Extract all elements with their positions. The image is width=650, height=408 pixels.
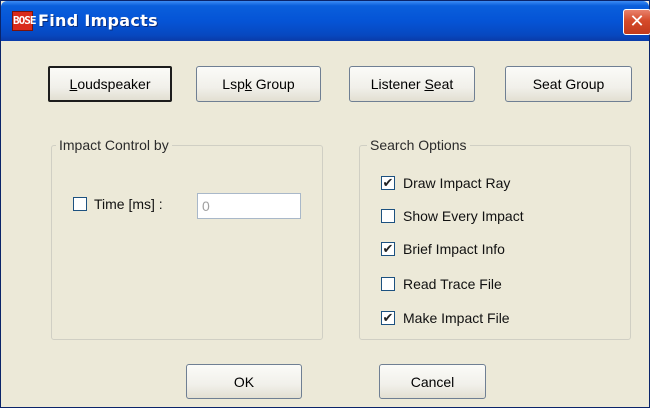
impact-control-group-title: Impact Control by [56,137,172,153]
ok-button-label: OK [233,373,255,390]
listener-seat-button[interactable]: Listener Seat [349,66,475,102]
find-impacts-dialog: BOSE Find Impacts ✕ Loudspeaker Lspk Gro… [0,0,650,408]
seat-group-button[interactable]: Seat Group [505,66,632,102]
listener-seat-button-label: Listener Seat [370,76,454,92]
time-ms-input[interactable]: 0 [197,193,301,219]
time-label: Time [ms] : [94,196,163,212]
brief-impact-info-label: Brief Impact Info [403,241,505,257]
seat-group-button-label: Seat Group [532,76,605,92]
checkmark-icon: ✔ [382,310,394,325]
close-button[interactable]: ✕ [623,9,650,35]
bose-logo-icon: BOSE [12,11,37,31]
read-trace-file-checkbox[interactable] [381,277,395,291]
show-every-impact-checkbox[interactable] [381,209,395,223]
lspk-group-button-label: Lspk Group [222,76,295,92]
loudspeaker-button-label: Loudspeaker [69,76,151,92]
draw-impact-ray-label: Draw Impact Ray [403,175,511,191]
loudspeaker-button[interactable]: Loudspeaker [48,66,172,102]
checkmark-icon: ✔ [382,241,394,256]
close-icon: ✕ [629,11,645,32]
read-trace-file-label: Read Trace File [403,276,502,292]
cancel-button-label: Cancel [410,373,455,390]
time-checkbox[interactable] [73,197,87,211]
make-impact-file-label: Make Impact File [403,310,510,326]
window-title: Find Impacts [38,11,158,30]
checkmark-icon: ✔ [382,175,394,190]
lspk-group-button[interactable]: Lspk Group [196,66,321,102]
draw-impact-ray-checkbox[interactable]: ✔ [381,175,395,190]
cancel-button[interactable]: Cancel [379,364,486,399]
impact-control-group [51,145,323,340]
show-every-impact-label: Show Every Impact [403,208,524,224]
make-impact-file-checkbox[interactable]: ✔ [381,310,395,325]
ok-button[interactable]: OK [186,364,302,399]
brief-impact-info-checkbox[interactable]: ✔ [381,241,395,256]
search-options-group-title: Search Options [367,137,470,153]
title-bar[interactable]: BOSE Find Impacts ✕ [1,1,650,41]
